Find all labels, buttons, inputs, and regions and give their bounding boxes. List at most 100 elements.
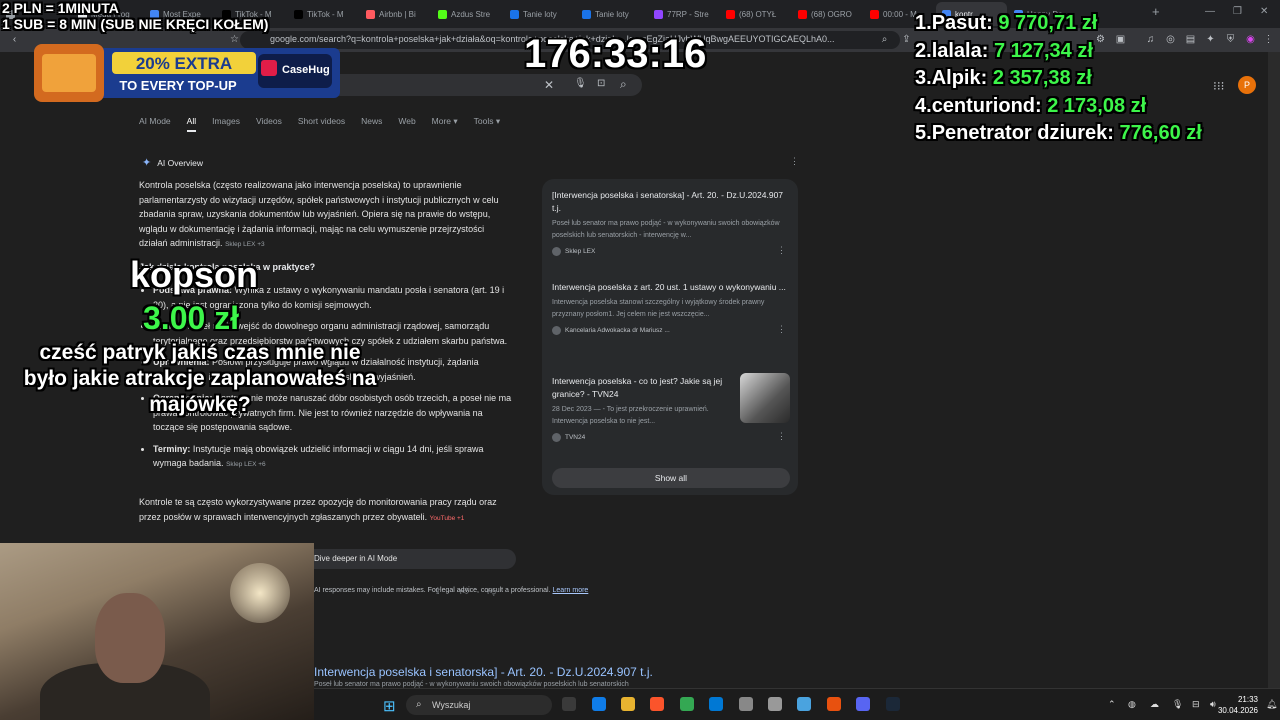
source-thumbnail[interactable] [740, 373, 790, 423]
windows-start-icon[interactable]: ⊞ [383, 697, 396, 715]
bullet-text: Instytucje mają obowiązek udzielić infor… [153, 443, 484, 469]
cloud-icon[interactable]: ☁ [1150, 699, 1159, 710]
nav-tab[interactable]: Images [212, 116, 240, 132]
leaderboard-name: lalala: [931, 39, 989, 62]
taskbar-app-icon[interactable] [768, 697, 782, 711]
maximize-icon[interactable]: ❐ [1233, 6, 1242, 17]
source-card[interactable]: [Interwencja poselska i senatorska] - Ar… [552, 189, 790, 256]
camera-icon[interactable]: ⊡ [597, 78, 605, 89]
shield-icon[interactable]: ⛨ [1224, 33, 1237, 46]
nav-tab[interactable]: All [186, 116, 197, 132]
show-all-button[interactable]: Show all [552, 468, 790, 488]
menu-icon[interactable]: ⋮ [1262, 33, 1275, 46]
learn-more-link[interactable]: Learn more [553, 587, 589, 594]
ai-overview-closing: Kontrole te są często wykorzystywane prz… [139, 495, 509, 526]
browser-tab[interactable]: Airbnb | Bi [360, 2, 431, 26]
citation-chip[interactable]: YouTube +1 [430, 515, 465, 522]
tab-label: 00:00 - M [883, 9, 917, 19]
leaderboard-row: 5.Penetrator dziurek: 776,60 zł [915, 120, 1202, 148]
taskbar-app-icon[interactable] [856, 697, 870, 711]
taskbar-app-icon[interactable] [592, 697, 606, 711]
source-title[interactable]: Interwencja poselska z art. 20 ust. 1 us… [552, 281, 790, 294]
nav-tab[interactable]: Short videos [298, 116, 345, 132]
taskbar-search[interactable]: ⌕ Wyszukaj [406, 695, 552, 715]
search-lens-icon[interactable]: ⌕ [878, 33, 891, 46]
donation-alert-amount: 3.00 zł [143, 300, 240, 336]
citation-chip[interactable]: Sklep LEX +3 [225, 241, 265, 248]
chevron-up-icon[interactable]: ⌃ [1108, 699, 1116, 710]
source-title[interactable]: [Interwencja poselska i senatorska] - Ar… [552, 189, 790, 215]
tab-label: (68) OTYŁ [739, 9, 777, 19]
apps-grid-icon[interactable]: ⁝⁝⁝ [1213, 79, 1224, 93]
citation-chip[interactable]: Sklep LEX +6 [226, 461, 266, 468]
taskbar-app-icon[interactable] [709, 697, 723, 711]
thumbs-up-icon[interactable]: 👍︎ [460, 586, 469, 597]
clear-icon[interactable]: ✕ [544, 78, 554, 92]
source-origin: TVN24 [552, 433, 732, 442]
source-card[interactable]: Interwencja poselska z art. 20 ust. 1 us… [552, 281, 790, 335]
taskbar-app-icon[interactable] [886, 697, 900, 711]
volume-icon[interactable]: 🔊︎ [1210, 699, 1216, 710]
browser-tab[interactable]: Tanie loty [504, 2, 575, 26]
tray-icon[interactable]: ◍ [1128, 699, 1136, 710]
thumbs-down-icon[interactable]: 👎︎ [487, 586, 496, 597]
browser-tab[interactable]: TikTok - M [288, 2, 359, 26]
leaderboard-rank: 1. [915, 12, 932, 34]
browser-tab[interactable]: (68) OTYŁ [720, 2, 791, 26]
extension-icon[interactable]: ◉ [1244, 33, 1257, 46]
bullet-item: Terminy: Instytucje mają obowiązek udzie… [153, 442, 513, 473]
more-options-icon[interactable]: ⋮ [777, 245, 786, 256]
more-options-icon[interactable]: ⋮ [777, 431, 786, 442]
tab-label: 77RP - Stre [667, 9, 709, 19]
browser-tab[interactable]: Tanie loty [576, 2, 647, 26]
extension-icon[interactable]: ✦ [1204, 33, 1217, 46]
nav-tab[interactable]: Videos [256, 116, 282, 132]
source-title[interactable]: Interwencja poselska - co to jest? Jakie… [552, 375, 732, 401]
tab-label: Airbnb | Bi [379, 9, 416, 19]
taskbar-app-icon[interactable] [680, 697, 694, 711]
taskbar-app-icon[interactable] [797, 697, 811, 711]
close-window-icon[interactable]: ✕ [1260, 6, 1268, 17]
casehug-promo-banner: 20% EXTRA TO EVERY TOP-UP CaseHug [34, 44, 340, 102]
taskbar-app-icon[interactable] [562, 697, 576, 711]
minimize-icon[interactable]: — [1205, 6, 1215, 17]
taskbar-app-icon[interactable] [739, 697, 753, 711]
source-origin: Sklep LEX [552, 247, 790, 256]
source-card[interactable]: Interwencja poselska - co to jest? Jakie… [552, 375, 786, 442]
source-origin-name: Sklep LEX [565, 248, 596, 255]
taskbar-app-icon[interactable] [650, 697, 664, 711]
stream-rate-info: 2 PLN = 1MINUTA 1 SUB = 8 MIN (SUB NIE K… [2, 0, 268, 32]
share-icon[interactable]: ⇪ [434, 586, 442, 597]
tab-label: TikTok - M [307, 9, 344, 19]
tab-label: (68) OGRO [811, 9, 852, 19]
nav-tab[interactable]: Tools ▾ [474, 116, 500, 132]
nav-tab[interactable]: Web [398, 116, 415, 132]
microphone-icon[interactable]: 🎙 [1172, 699, 1183, 710]
dive-deeper-button[interactable]: Dive deeper in AI Mode [300, 549, 516, 569]
notification-icon[interactable]: 🔔︎ [1266, 699, 1277, 710]
browser-tab[interactable]: (68) OGRO [792, 2, 863, 26]
taskbar-app-icon[interactable] [827, 697, 841, 711]
browser-tab[interactable]: 77RP - Stre [648, 2, 719, 26]
scrollbar[interactable] [1268, 52, 1280, 688]
avatar[interactable]: P [1238, 76, 1256, 94]
leaderboard-row: 2.lalala: 7 127,34 zł [915, 38, 1202, 66]
search-result-title[interactable]: Interwencja poselska i senatorska] - Art… [314, 665, 653, 679]
taskbar-clock[interactable]: 21:33 30.04.2026 [1218, 694, 1258, 716]
taskbar-app-icon[interactable] [621, 697, 635, 711]
taskbar-search-placeholder: Wyszukaj [432, 700, 471, 710]
nav-tab[interactable]: AI Mode [139, 116, 171, 132]
ai-overview-intro: Kontrola poselska (często realizowana ja… [139, 178, 509, 253]
nav-tab[interactable]: News [361, 116, 382, 132]
site-favicon-icon [552, 247, 561, 256]
search-icon[interactable]: ⌕ [620, 77, 627, 92]
more-options-icon[interactable]: ⋮ [777, 324, 786, 335]
disclaimer-text: AI responses may include mistakes. For l… [314, 587, 551, 594]
more-options-icon[interactable]: ⋮ [790, 156, 799, 167]
back-icon[interactable]: ‹ [8, 33, 21, 46]
microphone-icon[interactable]: 🎙 [574, 78, 587, 89]
browser-tab[interactable]: Azdus Stre [432, 2, 503, 26]
network-icon[interactable]: ⊟ [1192, 699, 1200, 710]
share-icon[interactable]: ⇪ [900, 33, 913, 46]
nav-tab[interactable]: More ▾ [432, 116, 458, 132]
